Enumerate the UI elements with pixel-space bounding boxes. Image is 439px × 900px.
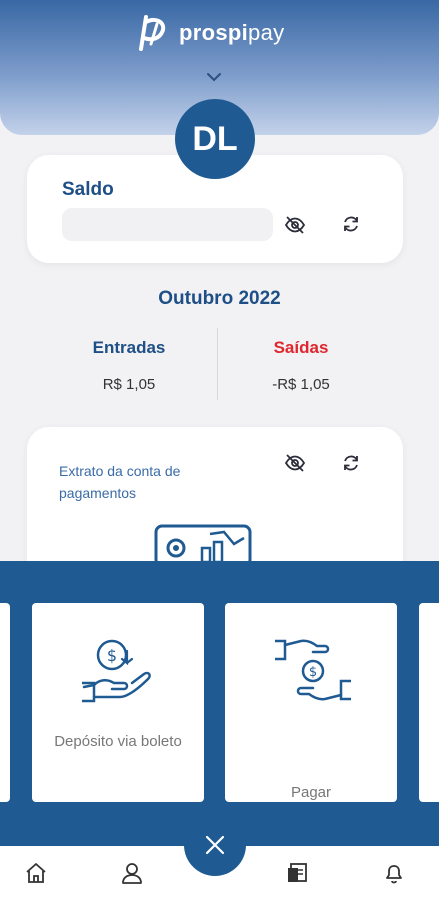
income-column: Entradas R$ 1,05 (44, 338, 214, 393)
deposit-icon: $ (80, 631, 156, 712)
svg-text:$: $ (309, 665, 317, 680)
refresh-icon[interactable] (337, 210, 365, 238)
chevron-down-icon[interactable] (206, 70, 222, 88)
eye-off-icon[interactable] (281, 449, 309, 477)
outcome-label: Saídas (273, 338, 329, 357)
outcome-value: -R$ 1,05 (272, 376, 330, 393)
home-icon[interactable] (21, 858, 51, 888)
pay-label: Pagar (290, 784, 332, 801)
balance-hidden-value (62, 208, 273, 241)
deposit-boleto-button[interactable]: $ Depósito via boleto (32, 603, 204, 802)
pay-icon: $ (273, 631, 353, 716)
bell-icon[interactable] (379, 858, 409, 888)
outcome-column: Saídas -R$ 1,05 (216, 338, 386, 393)
close-menu-button[interactable] (184, 814, 246, 876)
statement-icon[interactable] (282, 858, 312, 888)
profile-icon[interactable] (117, 858, 147, 888)
action-card-partial-right[interactable] (419, 603, 439, 802)
balance-title: Saldo (62, 179, 114, 200)
pay-button[interactable]: $ Pagar (225, 603, 397, 802)
svg-text:$: $ (107, 646, 117, 665)
month-title: Outubro 2022 (158, 288, 281, 309)
brand-logo: prospipay (137, 14, 284, 52)
deposit-boleto-label: Depósito via boleto (54, 733, 182, 750)
refresh-icon[interactable] (337, 449, 365, 477)
avatar[interactable]: DL (175, 99, 255, 179)
eye-off-icon[interactable] (281, 211, 309, 239)
action-card-partial-left[interactable] (0, 603, 10, 802)
income-label: Entradas (92, 338, 166, 357)
actions-panel: $ Depósito via boleto $ Pagar (0, 561, 439, 846)
income-value: R$ 1,05 (102, 376, 156, 393)
brand-name: prospipay (179, 20, 285, 45)
prospipay-logo-icon (139, 15, 166, 51)
close-icon (205, 835, 225, 855)
statement-title: Extrato da conta de pagamentos (59, 463, 181, 501)
